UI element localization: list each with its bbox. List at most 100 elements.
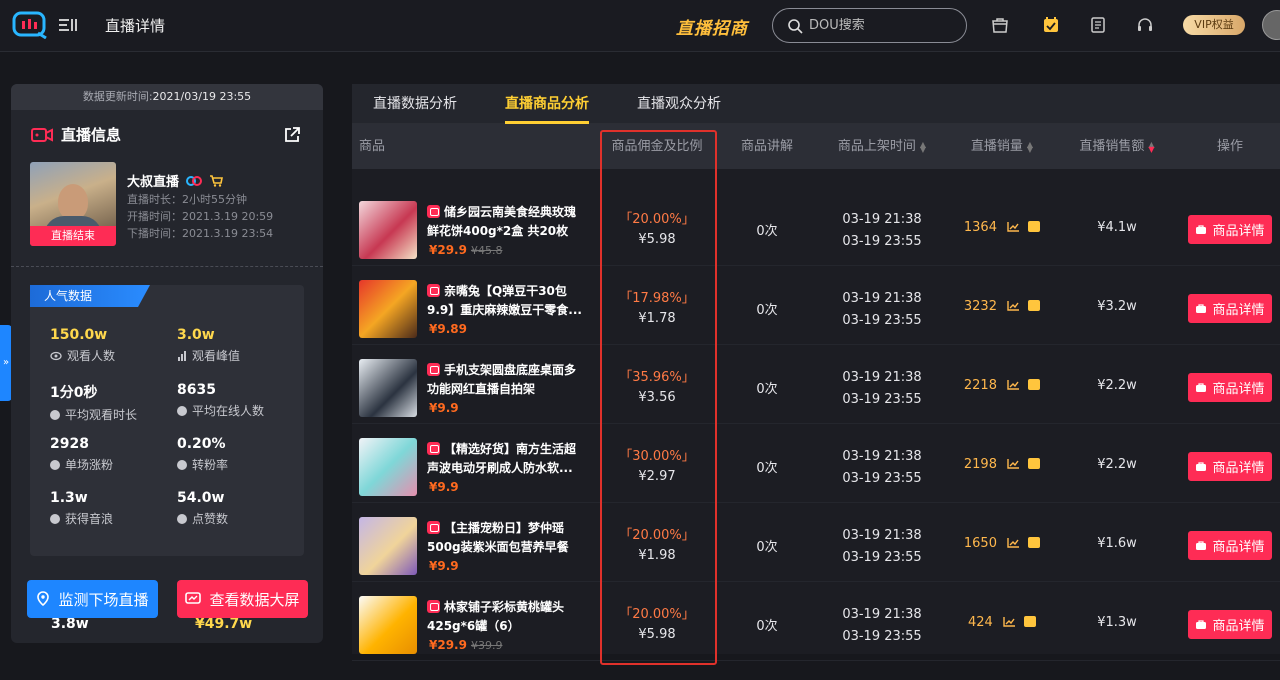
shop-icon[interactable] — [990, 15, 1010, 35]
revenue-value: ¥2.2w — [1097, 378, 1137, 393]
store-icon — [427, 442, 440, 455]
sort-icon[interactable]: ▲ ▼ — [920, 140, 926, 153]
cart-icon — [210, 174, 223, 187]
col-action: 操作 — [1216, 139, 1243, 154]
product-thumbnail[interactable] — [359, 201, 417, 259]
trend-chart-icon[interactable] — [1007, 458, 1020, 469]
brand-link[interactable]: 直播招商 — [676, 14, 748, 39]
product-thumbnail[interactable] — [359, 517, 417, 575]
listed-time: 03-19 21:38 03-19 23:55 — [842, 212, 922, 249]
stat-avg-online: 8635 平均在线人数 — [177, 382, 265, 418]
product-name[interactable]: 亲嘴兔【Q弹豆干30包9.9】重庆麻辣嫩豆干零食... — [427, 282, 587, 320]
col-sales[interactable]: 直播销量 ▲ ▼ — [957, 124, 1047, 169]
store-icon — [427, 205, 440, 218]
listed-time: 03-19 21:38 03-19 23:55 — [842, 291, 922, 328]
product-price: ¥9.9 — [429, 480, 459, 494]
search-input[interactable] — [809, 18, 959, 33]
section-title-text: 直播信息 — [61, 126, 122, 144]
trend-chart-icon[interactable] — [1007, 537, 1020, 548]
table-header: 商品 商品佣金及比例 商品讲解 商品上架时间 ▲ ▼ 直播销量 ▲ ▼ 直播销售额 ▲ ▼ … — [352, 124, 1280, 169]
bag-icon[interactable] — [1023, 616, 1036, 627]
trend-chart-icon[interactable] — [1007, 379, 1020, 390]
sales-cell: 424 — [957, 615, 1047, 630]
menu-collapse-icon[interactable] — [58, 15, 78, 35]
bag-icon — [1196, 304, 1207, 313]
col-listed-time[interactable]: 商品上架时间 ▲ ▼ — [822, 124, 942, 169]
sales-count: 1650 — [963, 536, 997, 551]
update-time-bar: 数据更新时间:2021/03/19 23:55 — [11, 84, 323, 110]
view-data-screen-button[interactable]: 查看数据大屏 — [177, 580, 308, 618]
headset-icon[interactable] — [1135, 15, 1155, 35]
tab-live-products[interactable]: 直播商品分析 — [505, 84, 589, 124]
bag-icon[interactable] — [1028, 458, 1041, 469]
explain-count: 0次 — [756, 224, 778, 239]
update-time-value: 2021/03/19 23:55 — [152, 90, 252, 103]
share-icon[interactable] — [283, 126, 301, 144]
app-logo-icon[interactable] — [12, 11, 48, 39]
product-price: ¥29.9 ¥45.8 — [429, 243, 503, 257]
calendar-check-icon[interactable] — [1041, 15, 1061, 35]
product-detail-button[interactable]: 商品详情 — [1188, 610, 1272, 639]
product-detail-button[interactable]: 商品详情 — [1188, 215, 1272, 244]
eye-icon — [50, 351, 62, 360]
commission-rate: 「30.00%」 — [619, 449, 695, 464]
product-detail-button[interactable]: 商品详情 — [1188, 294, 1272, 323]
sales-count: 2198 — [963, 457, 997, 472]
explain-count: 0次 — [756, 382, 778, 397]
conversion-icon — [177, 459, 187, 470]
sort-icon[interactable]: ▲ ▼ — [1027, 140, 1033, 153]
sales-cell: 3232 — [957, 299, 1047, 314]
sales-count: 3232 — [963, 299, 997, 314]
sales-cell: 1364 — [957, 220, 1047, 235]
sales-cell: 2198 — [957, 457, 1047, 472]
tab-live-data[interactable]: 直播数据分析 — [373, 84, 457, 124]
sales-count: 2218 — [963, 378, 997, 393]
user-avatar[interactable] — [1262, 10, 1280, 40]
tab-live-audience[interactable]: 直播观众分析 — [637, 84, 721, 124]
product-name[interactable]: 储乡园云南美食经典玫瑰鲜花饼400g*2盒 共20枚 — [427, 203, 587, 241]
bag-icon[interactable] — [1028, 221, 1041, 232]
bag-icon[interactable] — [1028, 300, 1041, 311]
document-icon[interactable] — [1088, 15, 1108, 35]
live-cover-image[interactable]: 直播结束 — [30, 162, 116, 246]
anchor-name-text: 大叔直播 — [127, 175, 180, 190]
search-box[interactable] — [772, 8, 967, 43]
product-detail-button[interactable]: 商品详情 — [1188, 373, 1272, 402]
bag-icon — [1196, 541, 1207, 550]
popularity-stats: 人气数据 150.0w 观看人数 3.0w 观看峰值 1分0秒 平均观看时长 8635… — [30, 285, 304, 556]
trend-chart-icon[interactable] — [1007, 221, 1020, 232]
commission-amount: ¥1.78 — [638, 311, 676, 326]
commission-cell: 「30.00%」 ¥2.97 — [602, 445, 712, 484]
divider — [11, 266, 323, 267]
product-detail-button[interactable]: 商品详情 — [1188, 452, 1272, 481]
product-detail-button[interactable]: 商品详情 — [1188, 531, 1272, 560]
product-thumbnail[interactable] — [359, 438, 417, 496]
anchor-name[interactable]: 大叔直播 — [127, 171, 223, 190]
original-price: ¥45.8 — [470, 244, 503, 257]
vip-badge[interactable]: VIP权益 — [1183, 15, 1245, 35]
bag-icon[interactable] — [1028, 379, 1041, 390]
col-revenue[interactable]: 直播销售额 ▲ ▼ — [1067, 124, 1167, 169]
revenue-value: ¥2.2w — [1097, 457, 1137, 472]
product-name[interactable]: 林家铺子彩标黄桃罐头425g*6罐（6） — [427, 598, 587, 636]
trend-chart-icon[interactable] — [1007, 300, 1020, 311]
product-thumbnail[interactable] — [359, 596, 417, 654]
stat-peak: 3.0w 观看峰值 — [177, 327, 241, 363]
monitor-next-live-button[interactable]: 监测下场直播 — [27, 580, 158, 618]
product-name[interactable]: 【精选好货】南方生活超声波电动牙刷成人防水软... — [427, 440, 587, 478]
product-thumbnail[interactable] — [359, 280, 417, 338]
explain-count: 0次 — [756, 303, 778, 318]
bag-icon[interactable] — [1028, 537, 1041, 548]
location-pin-icon — [37, 591, 50, 607]
sort-icon[interactable]: ▲ ▼ — [1148, 140, 1154, 153]
product-name[interactable]: 【主播宠粉日】梦仲瑶500g装紫米面包营养早餐 — [427, 519, 587, 557]
listed-time: 03-19 21:38 03-19 23:55 — [842, 528, 922, 565]
product-name[interactable]: 手机支架圆盘底座桌面多功能网红直播自拍架 — [427, 361, 587, 399]
product-thumbnail[interactable] — [359, 359, 417, 417]
listed-time: 03-19 21:38 03-19 23:55 — [842, 607, 922, 644]
trend-chart-icon[interactable] — [1003, 616, 1016, 627]
product-price: ¥9.9 — [429, 401, 459, 415]
commission-amount: ¥5.98 — [638, 627, 676, 642]
link-icon — [186, 175, 203, 186]
commission-amount: ¥3.56 — [638, 390, 676, 405]
